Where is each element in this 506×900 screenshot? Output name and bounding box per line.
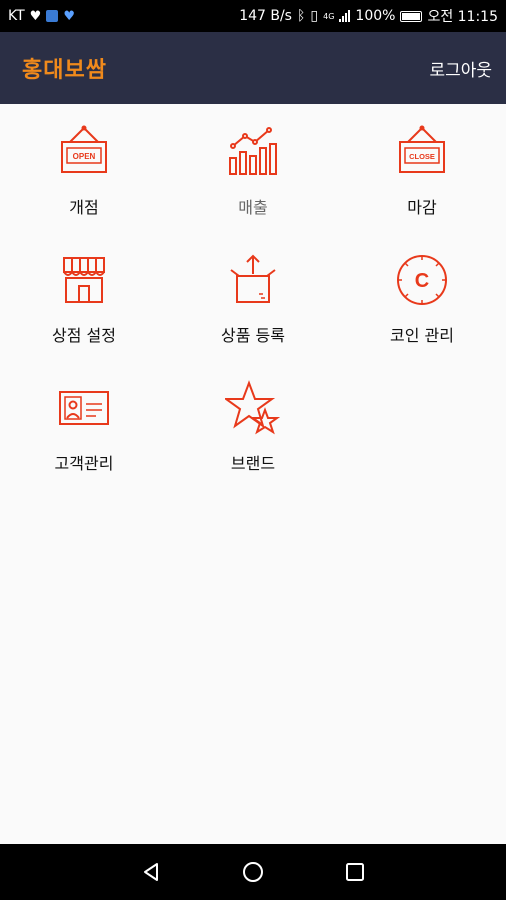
menu-item-brand[interactable]: 브랜드: [169, 360, 337, 480]
sales-chart-icon: [229, 127, 277, 175]
menu-item-sales[interactable]: 매출: [169, 104, 337, 224]
net-speed: 147 B/s: [239, 8, 292, 24]
menu-item-store-settings[interactable]: 상점 설정: [0, 232, 168, 352]
menu-item-label: 코인 관리: [390, 326, 454, 345]
bluetooth-icon: ᛒ: [296, 8, 306, 24]
clock: 오전 11:15: [427, 9, 498, 25]
menu-item-label: 개점: [69, 198, 99, 217]
product-box-icon: [230, 254, 276, 303]
menu-item-close[interactable]: CLOSE 마감: [338, 104, 506, 224]
status-right: 147 B/s ᛒ ▯ 4G 100% 오전 11:15: [239, 6, 498, 26]
battery-percent: 100%: [355, 8, 396, 24]
menu-item-customer-management[interactable]: 고객관리: [0, 360, 168, 480]
signal-icon: [339, 10, 351, 22]
menu-item-label: 브랜드: [230, 454, 276, 473]
customer-card-icon: [59, 391, 109, 425]
status-bar: KT ♥ ♥ 147 B/s ᛒ ▯ 4G 100% 오전 11:15: [0, 0, 506, 32]
coin-letter: C: [415, 270, 429, 292]
close-sign-text: CLOSE: [409, 152, 435, 161]
home-icon: [243, 862, 263, 882]
vibrate-icon: ▯: [310, 8, 319, 24]
carrier-label: KT: [8, 8, 25, 24]
app-title: 홍대보쌈: [22, 58, 107, 83]
store-icon: [63, 257, 105, 303]
back-button[interactable]: [136, 857, 166, 887]
battery-icon: [400, 10, 423, 22]
close-sign-icon: CLOSE: [399, 125, 445, 173]
menu-item-coin-management[interactable]: C 코인 관리: [338, 232, 506, 352]
open-sign-text: OPEN: [73, 152, 96, 161]
menu-item-open[interactable]: OPEN 개점: [0, 104, 168, 224]
open-sign-icon: OPEN: [61, 125, 107, 173]
menu-item-label: 매출: [238, 198, 268, 217]
home-button[interactable]: [238, 857, 268, 887]
stars-icon: [225, 380, 281, 435]
recents-icon: [346, 863, 364, 881]
menu-item-label: 마감: [407, 198, 437, 217]
logout-button[interactable]: 로그아웃: [429, 56, 492, 81]
notification-icon: ♥: [63, 8, 75, 24]
back-icon: [144, 863, 158, 881]
app-badge-icon: [46, 10, 59, 22]
coin-icon: C: [397, 255, 447, 305]
status-left: KT ♥ ♥: [8, 8, 75, 24]
heart-icon: ♥: [29, 8, 42, 24]
recents-button[interactable]: [340, 857, 370, 887]
menu-item-label: 상점 설정: [52, 326, 116, 345]
system-nav-bar: [0, 844, 506, 900]
menu-item-label: 고객관리: [54, 454, 114, 473]
network-type: 4G: [323, 11, 335, 21]
menu-item-label: 상품 등록: [221, 326, 285, 345]
app-header: 홍대보쌈 로그아웃: [0, 32, 506, 104]
menu-item-product-register[interactable]: 상품 등록: [169, 232, 337, 352]
